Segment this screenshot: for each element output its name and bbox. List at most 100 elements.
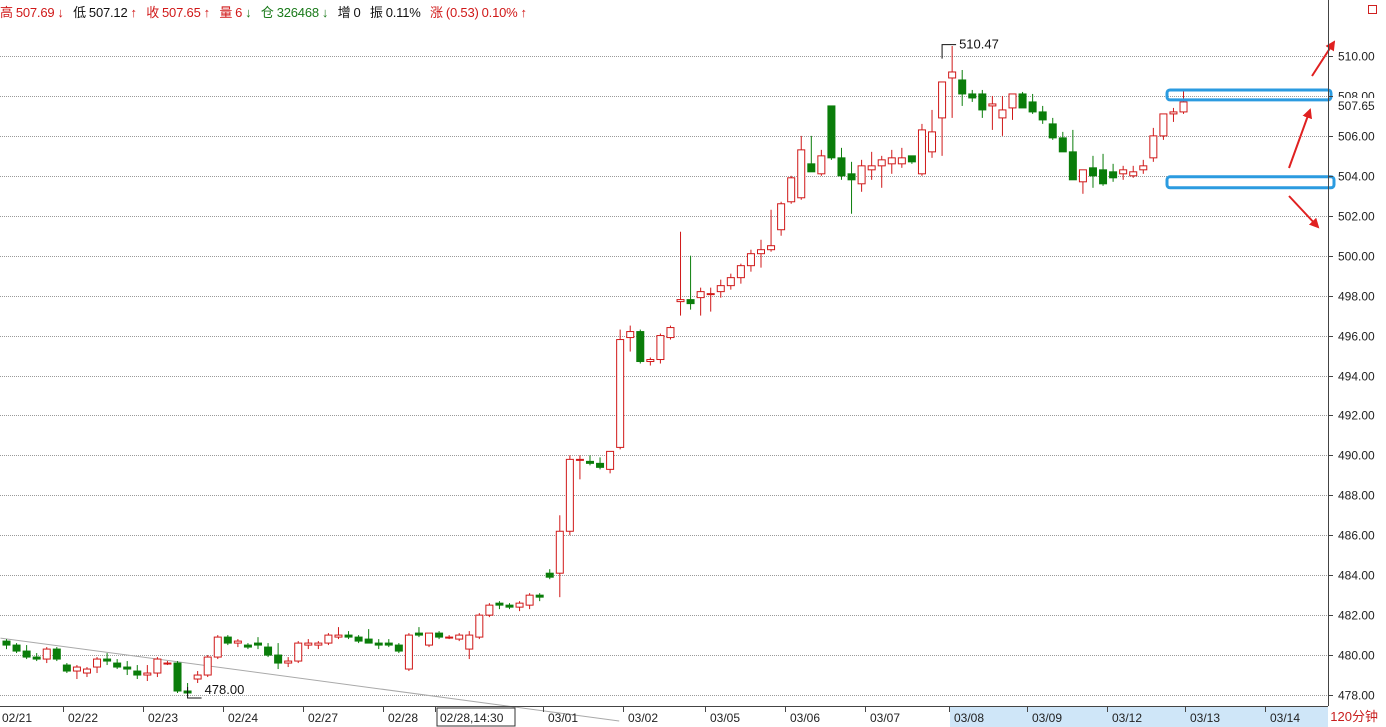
y-tick-label: 500.00 [1338,250,1375,264]
candle-body [978,93,987,111]
candle-body [1139,165,1148,171]
x-tick-label: 02/23 [148,711,178,725]
y-tick-label: 504.00 [1338,170,1375,184]
candle-body [1099,169,1108,185]
candles [2,46,1188,695]
candle [535,593,544,602]
candle [726,273,735,290]
candle-body [123,666,132,670]
candle [1088,155,1097,188]
candle [163,661,172,666]
candle-body [887,157,896,165]
candle [274,643,283,670]
y-tick-label: 482.00 [1338,609,1375,623]
candle-body [827,105,836,159]
candle [676,231,685,316]
candle-body [243,644,252,648]
candle-body [1078,169,1087,183]
candle [284,657,293,668]
candle [1048,117,1057,140]
candle-body [445,636,454,639]
candle-body [455,634,464,640]
candle-body [1169,111,1178,115]
x-tick-label: 03/09 [1032,711,1062,725]
candle-body [565,458,574,532]
candle-body [113,662,122,668]
candle [1008,93,1017,120]
grid-lines [0,56,1328,696]
candle [928,109,937,158]
candle-body [465,634,474,650]
candle [777,201,786,236]
candle-body [606,450,615,470]
candle [1018,91,1027,109]
candle [123,661,132,676]
candle-body [72,666,81,672]
candle-body [163,662,172,665]
candle-body [384,642,393,646]
candle [787,175,796,204]
candle-body [585,460,594,464]
direction-arrow [1311,40,1336,77]
candle-body [284,660,293,664]
candle [294,641,303,664]
candle [1119,165,1128,180]
highlight-boxes [1165,88,1336,190]
candle-body [1179,101,1188,113]
candle-body [535,594,544,598]
candle [545,569,554,580]
candle-body [1088,167,1097,177]
candle [686,255,695,310]
candle-body [616,339,625,448]
candle-body [998,109,1007,119]
candle-body [948,71,957,79]
candle [414,627,423,638]
candle [696,287,705,316]
candle [807,135,816,173]
candle-body [928,131,937,153]
candle [384,639,393,648]
candle-body [414,632,423,636]
candle-body [545,572,554,578]
candle [193,671,202,684]
candle-body [1119,169,1128,175]
y-tick-label: 494.00 [1338,370,1375,384]
candle-body [1109,171,1118,179]
candle-body [394,644,403,652]
candle-body [223,636,232,644]
candle-body [676,299,685,303]
x-tick-label: 03/01 [548,711,578,725]
candle [334,627,343,640]
candle [425,632,434,648]
candle [103,653,112,666]
candle [1169,107,1178,122]
candle [1179,89,1188,114]
candle [223,635,232,646]
candle [485,603,494,618]
candle-body [917,129,926,175]
candle [1139,159,1148,174]
candle [968,89,977,102]
candle [525,593,534,610]
candle [596,457,605,470]
candle-body [938,81,947,119]
candle-body [988,103,997,107]
candle [304,639,313,650]
candle-body [666,327,675,339]
candle [153,657,162,678]
candle [113,659,122,670]
candle [837,147,846,180]
candle [475,613,484,640]
candle [636,329,645,364]
candle [555,515,564,598]
timeframe-button[interactable]: 120分钟 [1330,706,1378,725]
candle-body [274,654,283,664]
candle-body [787,177,796,203]
candle [374,639,383,650]
candle-body [907,155,916,163]
candle [354,635,363,644]
candle [243,643,252,650]
candle [897,147,906,168]
candle [22,645,31,660]
y-tick-label: 486.00 [1338,529,1375,543]
